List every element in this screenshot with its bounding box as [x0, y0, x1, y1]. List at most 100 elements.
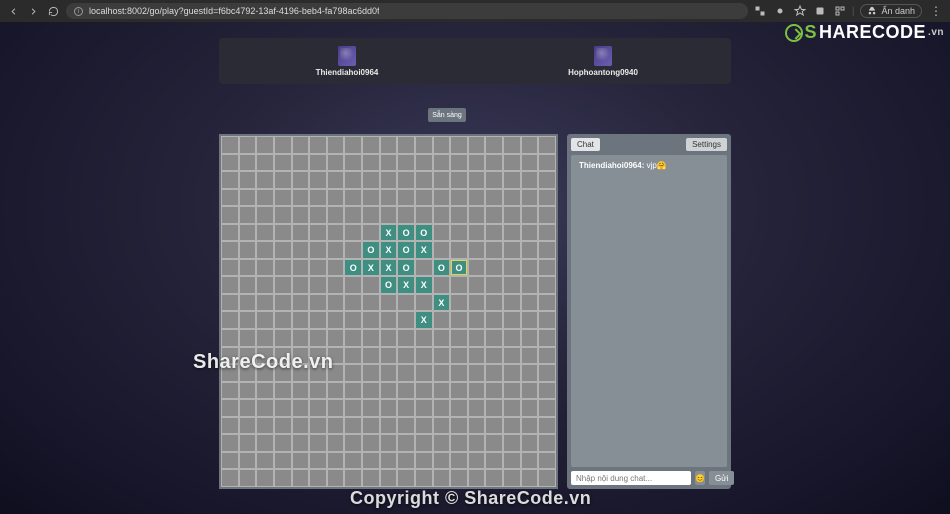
board-cell[interactable]: [221, 417, 239, 435]
board-cell[interactable]: [292, 399, 310, 417]
board-cell[interactable]: [256, 469, 274, 487]
board-cell[interactable]: [239, 399, 257, 417]
board-cell[interactable]: [415, 206, 433, 224]
board-cell[interactable]: [362, 189, 380, 207]
board-cell[interactable]: [433, 224, 451, 242]
board-cell[interactable]: [274, 136, 292, 154]
game-board[interactable]: XOOOXOXOXXOOOOXXXX: [219, 134, 558, 489]
board-cell[interactable]: [468, 276, 486, 294]
board-cell[interactable]: [327, 382, 345, 400]
board-cell[interactable]: [450, 241, 468, 259]
board-cell[interactable]: [433, 434, 451, 452]
board-cell[interactable]: [221, 259, 239, 277]
board-cell[interactable]: [503, 136, 521, 154]
board-cell[interactable]: [433, 206, 451, 224]
board-cell[interactable]: [292, 241, 310, 259]
board-cell[interactable]: O: [397, 224, 415, 242]
board-cell[interactable]: [485, 452, 503, 470]
board-cell[interactable]: [521, 154, 539, 172]
board-cell[interactable]: [292, 434, 310, 452]
board-cell[interactable]: [274, 224, 292, 242]
ready-button[interactable]: Sẵn sàng: [428, 108, 466, 122]
board-cell[interactable]: [344, 347, 362, 365]
board-cell[interactable]: [468, 189, 486, 207]
board-cell[interactable]: [309, 189, 327, 207]
board-cell[interactable]: [468, 399, 486, 417]
board-cell[interactable]: [468, 452, 486, 470]
board-cell[interactable]: [450, 452, 468, 470]
board-cell[interactable]: [433, 136, 451, 154]
board-cell[interactable]: [344, 206, 362, 224]
star-icon[interactable]: [794, 5, 806, 17]
board-cell[interactable]: [344, 469, 362, 487]
board-cell[interactable]: [221, 206, 239, 224]
board-cell[interactable]: [221, 189, 239, 207]
board-cell[interactable]: [415, 382, 433, 400]
board-cell[interactable]: [256, 311, 274, 329]
board-cell[interactable]: [274, 452, 292, 470]
board-cell[interactable]: [538, 154, 556, 172]
board-cell[interactable]: [221, 136, 239, 154]
board-cell[interactable]: [538, 189, 556, 207]
board-cell[interactable]: [468, 469, 486, 487]
board-cell[interactable]: [468, 154, 486, 172]
board-cell[interactable]: [415, 189, 433, 207]
board-cell[interactable]: [503, 241, 521, 259]
board-cell[interactable]: [380, 311, 398, 329]
board-cell[interactable]: [521, 399, 539, 417]
board-cell[interactable]: [450, 399, 468, 417]
board-cell[interactable]: [239, 259, 257, 277]
board-cell[interactable]: [239, 469, 257, 487]
board-cell[interactable]: [309, 294, 327, 312]
board-cell[interactable]: [468, 417, 486, 435]
board-cell[interactable]: [327, 171, 345, 189]
board-cell[interactable]: [380, 329, 398, 347]
emoji-button[interactable]: 😊: [695, 471, 705, 485]
board-cell[interactable]: [503, 154, 521, 172]
board-cell[interactable]: [503, 417, 521, 435]
board-cell[interactable]: [292, 452, 310, 470]
board-cell[interactable]: [380, 171, 398, 189]
board-cell[interactable]: [485, 224, 503, 242]
board-cell[interactable]: [309, 171, 327, 189]
board-cell[interactable]: [433, 399, 451, 417]
board-cell[interactable]: [221, 399, 239, 417]
board-cell[interactable]: [538, 259, 556, 277]
board-cell[interactable]: [344, 329, 362, 347]
board-cell[interactable]: [433, 452, 451, 470]
tab-settings[interactable]: Settings: [686, 138, 727, 151]
board-cell[interactable]: [362, 154, 380, 172]
board-cell[interactable]: [380, 154, 398, 172]
board-cell[interactable]: [380, 347, 398, 365]
board-cell[interactable]: [239, 276, 257, 294]
board-cell[interactable]: [380, 136, 398, 154]
board-cell[interactable]: [433, 171, 451, 189]
board-cell[interactable]: [362, 136, 380, 154]
board-cell[interactable]: [256, 276, 274, 294]
board-cell[interactable]: [521, 136, 539, 154]
board-cell[interactable]: [521, 224, 539, 242]
board-cell[interactable]: [344, 154, 362, 172]
board-cell[interactable]: [450, 224, 468, 242]
board-cell[interactable]: [256, 136, 274, 154]
board-cell[interactable]: [538, 417, 556, 435]
board-cell[interactable]: [415, 469, 433, 487]
board-cell[interactable]: [450, 294, 468, 312]
board-cell[interactable]: [468, 259, 486, 277]
board-cell[interactable]: [274, 417, 292, 435]
board-cell[interactable]: [450, 189, 468, 207]
board-cell[interactable]: [538, 206, 556, 224]
board-cell[interactable]: [327, 417, 345, 435]
board-cell[interactable]: [344, 399, 362, 417]
board-cell[interactable]: [344, 434, 362, 452]
board-cell[interactable]: O: [415, 224, 433, 242]
board-cell[interactable]: [256, 259, 274, 277]
board-cell[interactable]: [221, 434, 239, 452]
board-cell[interactable]: [538, 329, 556, 347]
board-cell[interactable]: [362, 329, 380, 347]
board-cell[interactable]: [256, 189, 274, 207]
board-cell[interactable]: [521, 417, 539, 435]
board-cell[interactable]: [327, 434, 345, 452]
board-cell[interactable]: [485, 154, 503, 172]
board-cell[interactable]: [239, 206, 257, 224]
